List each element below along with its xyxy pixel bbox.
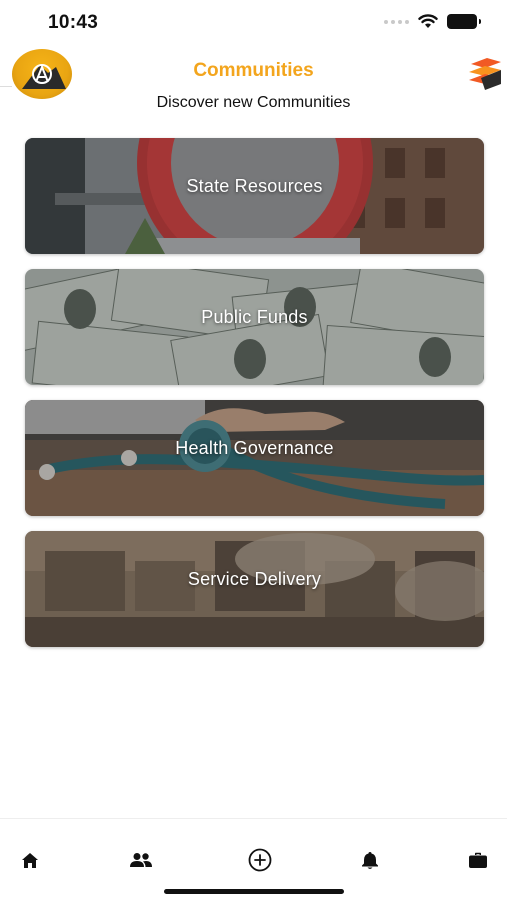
people-icon	[130, 853, 152, 867]
community-list: State Resources Public Funds Health Gove…	[25, 138, 484, 662]
bottom-nav	[0, 818, 507, 900]
page-subtitle: Discover new Communities	[156, 94, 351, 111]
add-circle-icon	[248, 848, 272, 872]
status-icons	[384, 14, 481, 29]
nav-jobs[interactable]	[458, 847, 498, 873]
status-time: 10:43	[48, 12, 99, 33]
bell-icon	[362, 851, 378, 869]
page-title: Communities	[193, 60, 314, 81]
nav-notifications[interactable]	[350, 847, 390, 873]
nav-communities[interactable]	[121, 847, 161, 873]
community-card-service-delivery[interactable]: Service Delivery	[25, 531, 484, 647]
community-label: Public Funds	[201, 307, 308, 327]
header: Communities Discover new Communities	[0, 46, 507, 126]
battery-icon	[447, 14, 481, 29]
community-label: Service Delivery	[187, 569, 322, 589]
community-card-state-resources[interactable]: State Resources	[25, 138, 484, 254]
divider	[0, 86, 12, 87]
app-logo-icon[interactable]	[467, 56, 503, 90]
community-label: Health Governance	[175, 438, 334, 458]
home-icon	[22, 852, 38, 868]
community-card-public-funds[interactable]: Public Funds	[25, 269, 484, 385]
community-label: State Resources	[186, 176, 323, 196]
status-bar: 10:43	[0, 0, 507, 46]
community-card-health-governance[interactable]: Health Governance	[25, 400, 484, 516]
cellular-signal-icon	[384, 19, 409, 24]
wifi-icon	[418, 14, 438, 28]
nav-home[interactable]	[10, 847, 50, 873]
briefcase-icon	[469, 852, 487, 868]
home-indicator	[164, 889, 344, 894]
nav-create[interactable]	[240, 847, 280, 873]
